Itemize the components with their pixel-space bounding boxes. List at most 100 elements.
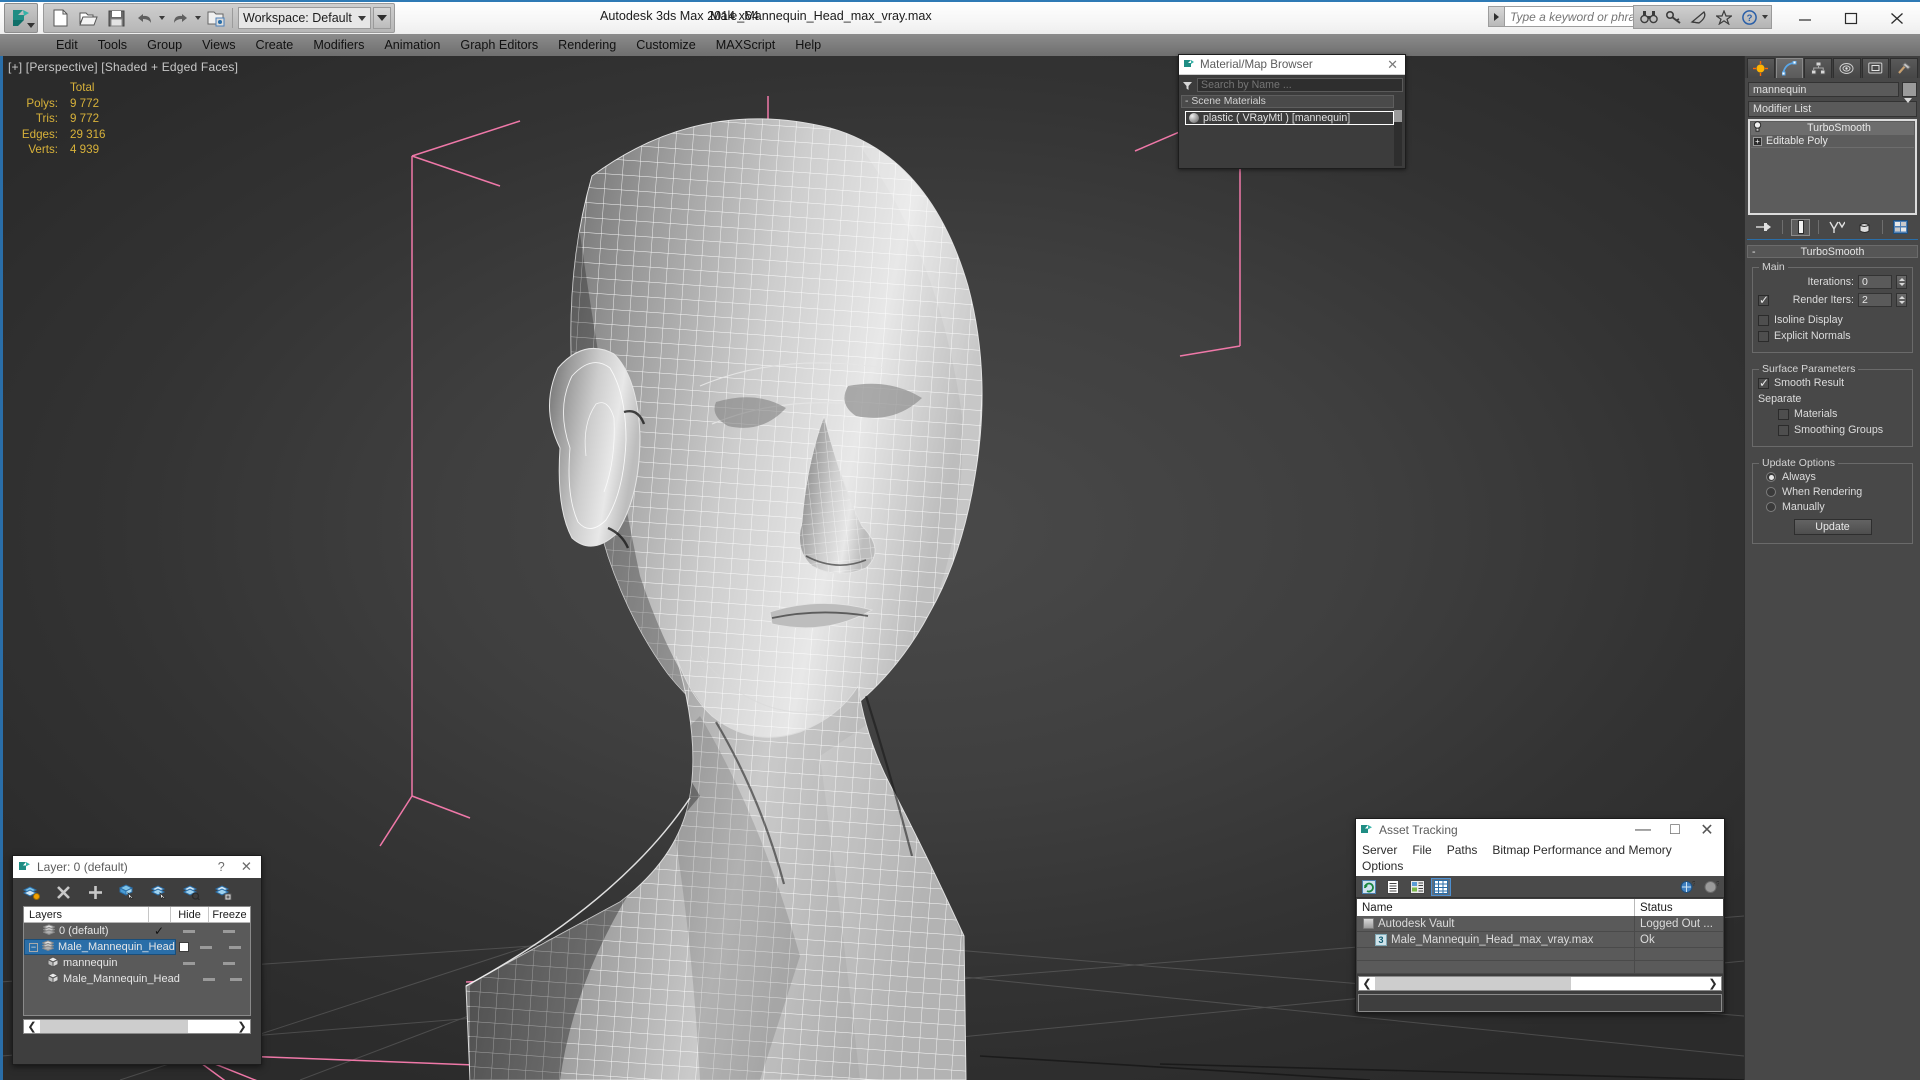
modifier-stack-item-editable-poly[interactable]: + Editable Poly xyxy=(1751,135,1914,148)
render-iters-checkbox[interactable] xyxy=(1758,293,1769,307)
configure-modifier-sets-icon[interactable] xyxy=(1891,219,1910,236)
asset-tracking-window[interactable]: Asset Tracking — □ ✕ Server File Paths B… xyxy=(1355,818,1725,1013)
menu-item-help[interactable]: Help xyxy=(785,36,831,54)
scroll-left-icon[interactable]: ❮ xyxy=(1359,977,1375,990)
project-folder-icon[interactable] xyxy=(203,5,229,31)
update-option-when-rendering-row[interactable]: When Rendering xyxy=(1758,486,1907,498)
pin-stack-icon[interactable] xyxy=(1755,219,1774,236)
iterations-field[interactable]: 0 xyxy=(1858,275,1892,289)
table-row[interactable] xyxy=(1357,948,1723,961)
details-view-icon[interactable] xyxy=(1407,878,1427,896)
freeze-toggle[interactable] xyxy=(229,977,242,981)
add-asset-icon[interactable]: ? xyxy=(1677,878,1697,896)
object-name-field[interactable] xyxy=(1748,82,1899,97)
close-button[interactable]: ✕ xyxy=(1694,820,1720,840)
update-option-manually-row[interactable]: Manually xyxy=(1758,501,1907,513)
update-option-always-radio[interactable] xyxy=(1766,472,1776,482)
menu-item-edit[interactable]: Edit xyxy=(46,36,88,54)
layer-properties-icon[interactable] xyxy=(213,882,233,902)
asset-horizontal-scrollbar[interactable]: ❮ ❯ xyxy=(1358,976,1722,991)
filter-funnel-icon[interactable] xyxy=(1181,78,1194,92)
make-unique-icon[interactable] xyxy=(1828,219,1847,236)
update-option-when-rendering-radio[interactable] xyxy=(1766,487,1776,497)
menu-item-rendering[interactable]: Rendering xyxy=(548,36,626,54)
menu-item-graph-editors[interactable]: Graph Editors xyxy=(450,36,548,54)
delete-layer-icon[interactable] xyxy=(53,882,73,902)
smooth-result-checkbox[interactable] xyxy=(1758,376,1769,390)
freeze-toggle[interactable] xyxy=(223,961,235,965)
scene-materials-group[interactable]: - Scene Materials xyxy=(1181,95,1394,108)
freeze-toggle[interactable] xyxy=(228,945,241,949)
layer-horizontal-scrollbar[interactable]: ❮ ❯ xyxy=(23,1019,251,1034)
table-row[interactable]: mannequin xyxy=(24,955,250,971)
create-tab[interactable] xyxy=(1747,58,1775,78)
rollout-collapse-icon[interactable]: - xyxy=(1752,246,1756,258)
collapse-minus-icon[interactable]: − xyxy=(29,942,38,952)
material-browser-search-input[interactable] xyxy=(1197,78,1403,92)
open-file-icon[interactable] xyxy=(75,5,101,31)
maximize-button[interactable]: □ xyxy=(1662,820,1688,840)
modifier-list-dropdown[interactable]: Modifier List xyxy=(1748,98,1917,117)
close-button[interactable] xyxy=(1874,2,1920,34)
asset-menu-server[interactable]: Server xyxy=(1361,842,1398,858)
asset-menu-bitmap-performance[interactable]: Bitmap Performance and Memory xyxy=(1491,842,1672,858)
table-row[interactable]: 3 Male_Mannequin_Head_max_vray.max Ok xyxy=(1357,932,1723,948)
layer-column-hide[interactable]: Hide xyxy=(170,907,208,922)
hide-toggle[interactable] xyxy=(183,929,195,933)
create-new-layer-icon[interactable] xyxy=(21,882,41,902)
hide-toggle[interactable] xyxy=(183,961,195,965)
scroll-thumb[interactable] xyxy=(40,1020,188,1033)
update-option-manually-radio[interactable] xyxy=(1766,502,1776,512)
key-icon[interactable] xyxy=(1662,6,1686,28)
scroll-right-icon[interactable]: ❯ xyxy=(1705,977,1721,990)
maximize-button[interactable] xyxy=(1828,2,1874,34)
explicit-normals-checkbox[interactable] xyxy=(1758,330,1769,342)
satellite-dish-icon[interactable] xyxy=(1687,6,1711,28)
scroll-left-icon[interactable]: ❮ xyxy=(24,1020,40,1033)
material-map-browser[interactable]: Material/Map Browser ✕ - Scene Materials… xyxy=(1178,54,1406,169)
viewport-label[interactable]: [+] [Perspective] [Shaded + Edged Faces] xyxy=(8,60,238,74)
modify-tab[interactable] xyxy=(1775,58,1804,78)
undo-icon[interactable] xyxy=(131,5,157,31)
star-icon[interactable] xyxy=(1712,6,1736,28)
display-tab[interactable] xyxy=(1861,58,1890,78)
hide-toggle[interactable] xyxy=(202,977,215,981)
table-row[interactable]: Male_Mannequin_Head xyxy=(24,971,250,987)
material-browser-close-icon[interactable]: ✕ xyxy=(1384,57,1401,73)
layer-dialog-close-icon[interactable]: ✕ xyxy=(237,859,256,875)
separate-materials-checkbox[interactable] xyxy=(1778,408,1789,420)
layer-column-freeze[interactable]: Freeze xyxy=(208,907,250,922)
table-row[interactable]: 0 (default) ✓ xyxy=(24,923,250,939)
scroll-track[interactable] xyxy=(40,1020,234,1033)
material-list-item[interactable]: plastic ( VRayMtl ) [mannequin] xyxy=(1185,111,1394,125)
layer-column-layers[interactable]: Layers xyxy=(24,907,148,922)
table-row[interactable] xyxy=(1357,961,1723,974)
lightbulb-icon[interactable] xyxy=(1753,121,1762,135)
expand-plus-icon[interactable]: + xyxy=(1753,136,1762,146)
asset-column-status[interactable]: Status xyxy=(1635,899,1723,916)
list-view-icon[interactable] xyxy=(1383,878,1403,896)
hide-toggle[interactable] xyxy=(199,945,212,949)
table-row[interactable]: Autodesk Vault Logged Out ... xyxy=(1357,916,1723,932)
help-dropdown-caret[interactable] xyxy=(1762,15,1768,19)
help-icon[interactable]: ? xyxy=(1737,6,1761,28)
grid-view-icon[interactable] xyxy=(1431,877,1451,896)
freeze-toggle[interactable] xyxy=(223,929,235,933)
menu-item-views[interactable]: Views xyxy=(192,36,245,54)
current-layer-checkbox[interactable] xyxy=(178,942,189,952)
select-highlighted-layers-icon[interactable] xyxy=(149,882,169,902)
table-row[interactable]: − Male_Mannequin_Head xyxy=(24,939,250,955)
motion-tab[interactable] xyxy=(1833,58,1861,78)
layer-dialog-help-icon[interactable]: ? xyxy=(212,860,231,874)
scroll-right-icon[interactable]: ❯ xyxy=(234,1020,250,1033)
menu-item-tools[interactable]: Tools xyxy=(88,36,137,54)
save-file-icon[interactable] xyxy=(103,5,129,31)
scroll-thumb[interactable] xyxy=(1375,977,1571,990)
asset-column-name[interactable]: Name xyxy=(1357,899,1635,916)
minimize-button[interactable]: — xyxy=(1630,820,1656,840)
modifier-stack-item-turbosmooth[interactable]: TurboSmooth xyxy=(1751,121,1914,135)
asset-menu-paths[interactable]: Paths xyxy=(1446,842,1479,858)
update-option-always-row[interactable]: Always xyxy=(1758,471,1907,483)
utilities-tab[interactable] xyxy=(1890,58,1919,78)
remove-modifier-icon[interactable] xyxy=(1855,219,1874,236)
